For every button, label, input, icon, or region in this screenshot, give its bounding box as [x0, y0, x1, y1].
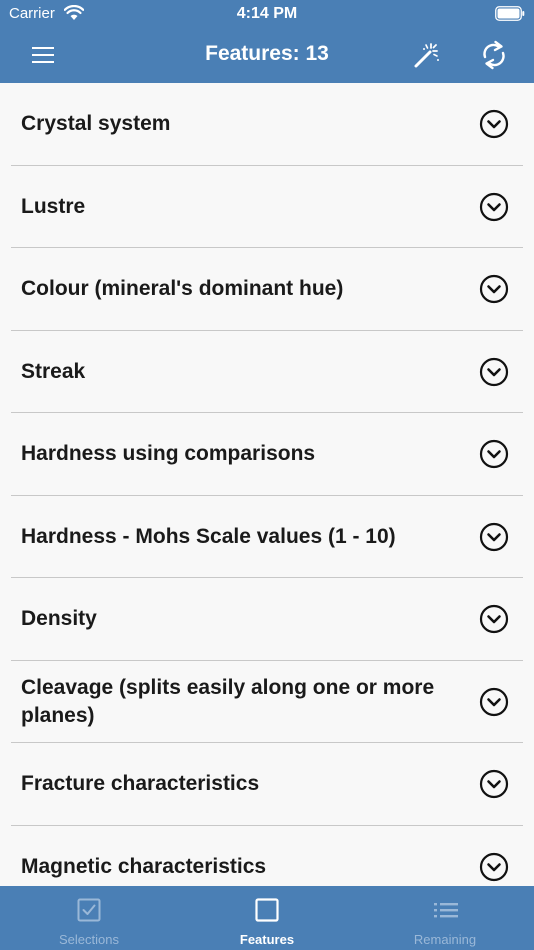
- page-title: Features: 13: [205, 42, 329, 65]
- feature-row-colour[interactable]: Colour (mineral's dominant hue): [0, 248, 534, 331]
- chevron-down-circle-icon[interactable]: [479, 604, 509, 634]
- feature-label: Colour (mineral's dominant hue): [21, 277, 344, 301]
- feature-row-hardness-mohs[interactable]: Hardness - Mohs Scale values (1 - 10): [0, 496, 534, 579]
- list-icon: [434, 903, 458, 918]
- feature-label: Cleavage (splits easily along one or mor…: [21, 675, 435, 727]
- tab-selections[interactable]: Selections: [0, 886, 178, 950]
- tab-label: Selections: [59, 932, 119, 947]
- feature-label: Fracture characteristics: [21, 772, 260, 796]
- magic-wand-icon: [414, 43, 439, 68]
- chevron-down-circle-icon[interactable]: [479, 522, 509, 552]
- magic-wand-button[interactable]: [409, 38, 445, 72]
- feature-label: Lustre: [21, 194, 86, 218]
- feature-label: Hardness using comparisons: [21, 442, 316, 466]
- tab-features[interactable]: Features: [178, 886, 356, 950]
- tab-label: Features: [239, 932, 295, 947]
- chevron-down-circle-icon[interactable]: [479, 109, 509, 139]
- feature-label: Crystal system: [21, 112, 171, 136]
- refresh-button[interactable]: [476, 38, 512, 72]
- chevron-down-circle-icon[interactable]: [479, 274, 509, 304]
- tab-remaining[interactable]: Remaining: [356, 886, 534, 950]
- battery-icon: [495, 6, 525, 21]
- navbar: Features: 13: [0, 28, 534, 83]
- chevron-down-circle-icon[interactable]: [479, 357, 509, 387]
- feature-row-magnetic[interactable]: Magnetic characteristics: [0, 826, 534, 887]
- feature-label: Streak: [21, 359, 86, 383]
- refresh-icon: [483, 40, 505, 70]
- chevron-down-circle-icon[interactable]: [479, 769, 509, 799]
- header: Carrier 4:14 PM Features: 13: [0, 0, 534, 83]
- tab-label: Remaining: [413, 932, 477, 947]
- feature-list[interactable]: Crystal system Lustre Colour (mineral's …: [0, 83, 534, 886]
- status-time: 4:14 PM: [236, 5, 298, 22]
- feature-label: Density: [21, 607, 97, 631]
- feature-row-cleavage[interactable]: Cleavage (splits easily along one or mor…: [0, 661, 534, 744]
- chevron-down-circle-icon[interactable]: [479, 192, 509, 222]
- chevron-down-circle-icon[interactable]: [479, 439, 509, 469]
- checkbox-icon: [77, 898, 101, 922]
- status-bar: Carrier 4:14 PM: [0, 0, 534, 28]
- feature-row-lustre[interactable]: Lustre: [0, 166, 534, 249]
- feature-label: Hardness - Mohs Scale values (1 - 10): [21, 524, 396, 548]
- feature-row-density[interactable]: Density: [0, 578, 534, 661]
- square-icon: [255, 898, 279, 922]
- chevron-down-circle-icon[interactable]: [479, 687, 509, 717]
- feature-row-crystal-system[interactable]: Crystal system: [0, 83, 534, 166]
- tab-bar: Selections Features Remaining: [0, 886, 534, 950]
- feature-label: Magnetic characteristics: [21, 854, 267, 878]
- chevron-down-circle-icon[interactable]: [479, 852, 509, 882]
- feature-row-streak[interactable]: Streak: [0, 331, 534, 414]
- feature-row-fracture[interactable]: Fracture characteristics: [0, 743, 534, 826]
- feature-row-hardness-comparisons[interactable]: Hardness using comparisons: [0, 413, 534, 496]
